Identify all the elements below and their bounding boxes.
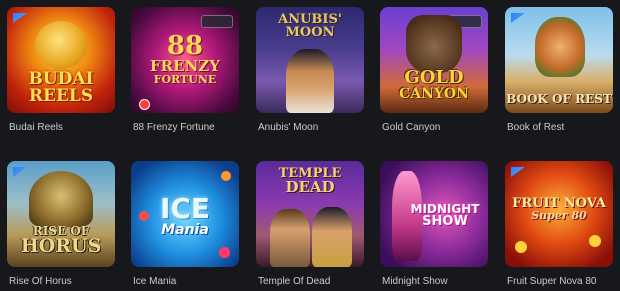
logo-line: CANYON xyxy=(399,86,469,102)
game-title[interactable]: Ice Mania xyxy=(133,276,176,287)
logo-line: HORUS xyxy=(20,235,102,257)
game-thumbnail[interactable]: FRUIT NOVA Super 80 xyxy=(505,161,613,267)
game-title[interactable]: Anubis' Moon xyxy=(258,122,318,133)
game-tile-budai-reels[interactable]: BUDAI REELS Budai Reels xyxy=(7,7,115,133)
game-title[interactable]: Gold Canyon xyxy=(382,122,440,133)
queen-figure xyxy=(312,207,352,267)
buddha-figure xyxy=(35,21,87,69)
game-logo: FRUIT NOVA Super 80 xyxy=(505,197,613,221)
logo-line: MOON xyxy=(285,25,335,40)
game-logo: ICE Mania xyxy=(131,192,239,238)
game-thumbnail[interactable]: BUDAI REELS xyxy=(7,7,115,113)
fruit-icon xyxy=(221,171,231,181)
game-logo: GOLD CANYON xyxy=(380,67,488,102)
game-tile-gold-canyon[interactable]: GOLD CANYON Gold Canyon xyxy=(380,7,488,133)
game-tile-fruit-super-nova-80[interactable]: FRUIT NOVA Super 80 Fruit Super Nova 80 xyxy=(505,161,613,287)
provider-corner-icon xyxy=(13,13,27,23)
game-thumbnail[interactable]: GOLD CANYON xyxy=(380,7,488,113)
game-tile-midnight-show[interactable]: MIDNIGHT SHOW Midnight Show xyxy=(380,161,488,287)
logo-line: REELS xyxy=(28,86,94,106)
logo-line: BOOK OF REST xyxy=(506,92,612,106)
explorer-figure xyxy=(270,209,310,267)
game-title[interactable]: Fruit Super Nova 80 xyxy=(507,276,597,287)
game-logo: RISE OF HORUS xyxy=(7,225,115,256)
game-title[interactable]: 88 Frenzy Fortune xyxy=(133,122,215,133)
provider-badge xyxy=(201,15,233,28)
logo-line: FRENZY xyxy=(150,57,220,75)
logo-line: Super 80 xyxy=(531,209,587,222)
cowboy-figure xyxy=(406,15,462,73)
coin-icon xyxy=(589,235,601,247)
game-thumbnail[interactable]: MIDNIGHT SHOW xyxy=(380,161,488,267)
coin-icon xyxy=(515,241,527,253)
character-figure xyxy=(535,17,585,77)
game-logo: TEMPLE DEAD xyxy=(256,167,364,195)
provider-corner-icon xyxy=(511,167,525,177)
logo-line: Mania xyxy=(161,222,209,238)
provider-corner-icon xyxy=(511,13,525,23)
game-title[interactable]: Book of Rest xyxy=(507,122,564,133)
game-tile-temple-of-dead[interactable]: TEMPLE DEAD Temple Of Dead xyxy=(256,161,364,287)
game-tile-ice-mania[interactable]: ICE Mania Ice Mania xyxy=(131,161,239,287)
game-thumbnail[interactable]: TEMPLE DEAD xyxy=(256,161,364,267)
horus-figure xyxy=(29,171,93,227)
logo-line: GOLD xyxy=(404,67,464,88)
game-thumbnail[interactable]: ANUBIS' MOON xyxy=(256,7,364,113)
game-grid: BUDAI REELS Budai Reels 88 FRENZY FORTUN… xyxy=(0,0,620,291)
game-tile-rise-of-horus[interactable]: RISE OF HORUS Rise Of Horus xyxy=(7,161,115,287)
provider-corner-icon xyxy=(13,167,27,177)
game-logo: BUDAI REELS xyxy=(7,71,115,105)
game-title[interactable]: Rise Of Horus xyxy=(9,276,72,287)
logo-line: DEAD xyxy=(285,178,335,196)
game-tile-88-frenzy-fortune[interactable]: 88 FRENZY FORTUNE 88 Frenzy Fortune xyxy=(131,7,239,133)
game-logo: ANUBIS' MOON xyxy=(256,13,364,39)
logo-line: ICE xyxy=(159,192,211,225)
logo-line: FORTUNE xyxy=(153,73,217,86)
game-title[interactable]: Budai Reels xyxy=(9,122,63,133)
game-thumbnail[interactable]: ICE Mania xyxy=(131,161,239,267)
game-thumbnail[interactable]: RISE OF HORUS xyxy=(7,161,115,267)
game-thumbnail[interactable]: 88 FRENZY FORTUNE xyxy=(131,7,239,113)
logo-line: 88 xyxy=(166,31,204,61)
game-title[interactable]: Temple Of Dead xyxy=(258,276,330,287)
game-tile-book-of-rest[interactable]: BOOK OF REST Book of Rest xyxy=(505,7,613,133)
provider-round-icon xyxy=(139,99,150,110)
game-title[interactable]: Midnight Show xyxy=(382,276,448,287)
logo-line: SHOW xyxy=(422,214,468,229)
game-logo: 88 FRENZY FORTUNE xyxy=(131,33,239,85)
fruit-icon xyxy=(219,247,230,258)
game-thumbnail[interactable]: BOOK OF REST xyxy=(505,7,613,113)
queen-figure xyxy=(286,49,334,113)
game-logo: MIDNIGHT SHOW xyxy=(402,203,488,228)
game-logo: BOOK OF REST xyxy=(505,93,613,105)
game-tile-anubis-moon[interactable]: ANUBIS' MOON Anubis' Moon xyxy=(256,7,364,133)
